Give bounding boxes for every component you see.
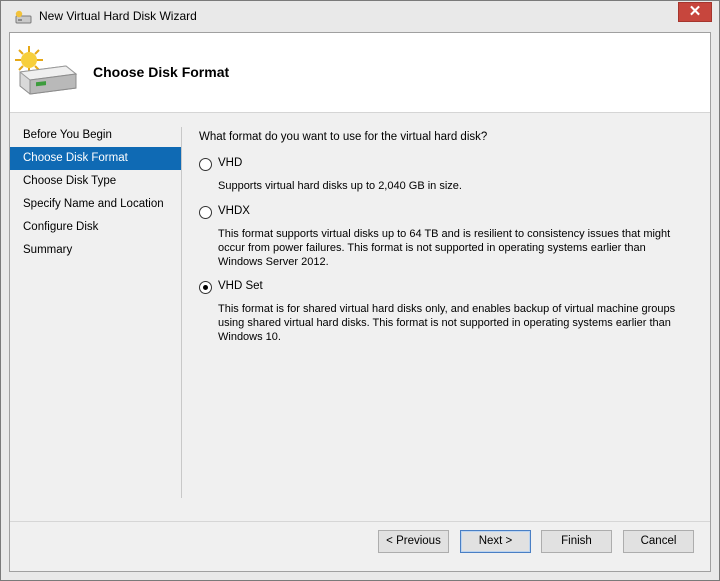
radio-vhd[interactable] [199, 158, 212, 171]
step-choose-disk-type[interactable]: Choose Disk Type [10, 170, 181, 193]
radio-vhd-set[interactable] [199, 281, 212, 294]
wizard-header: Choose Disk Format [10, 33, 710, 113]
option-vhd-set-description: This format is for shared virtual hard d… [218, 303, 676, 343]
option-vhd-label[interactable]: VHD [218, 157, 242, 169]
virtual-disk-icon [14, 9, 34, 25]
close-button[interactable]: ✕ [678, 2, 712, 22]
step-configure-disk[interactable]: Configure Disk [10, 216, 181, 239]
radio-vhdx[interactable] [199, 206, 212, 219]
wizard-body: Choose Disk Format Before You Begin Choo… [9, 32, 711, 572]
hard-disk-icon [14, 44, 80, 102]
cancel-button[interactable]: Cancel [623, 530, 694, 553]
option-vhdx-description: This format supports virtual disks up to… [218, 228, 671, 268]
step-specify-name-location[interactable]: Specify Name and Location [10, 193, 181, 216]
sidebar-divider [181, 127, 182, 498]
window-title: New Virtual Hard Disk Wizard [39, 9, 197, 23]
footer-divider [10, 521, 710, 522]
step-choose-disk-format[interactable]: Choose Disk Format [10, 147, 181, 170]
option-vhd-description: Supports virtual hard disks up to 2,040 … [218, 180, 462, 192]
finish-button[interactable]: Finish [541, 530, 612, 553]
page-title: Choose Disk Format [93, 64, 230, 80]
option-vhd-set-label[interactable]: VHD Set [218, 280, 263, 292]
title-bar[interactable]: New Virtual Hard Disk Wizard ✕ [1, 1, 719, 32]
format-question: What format do you want to use for the v… [199, 131, 488, 143]
step-summary[interactable]: Summary [10, 239, 181, 262]
step-before-you-begin[interactable]: Before You Begin [10, 124, 181, 147]
next-button[interactable]: Next > [460, 530, 531, 553]
wizard-window: New Virtual Hard Disk Wizard ✕ Choose Di… [0, 0, 720, 581]
previous-button[interactable]: < Previous [378, 530, 449, 553]
option-vhdx-label[interactable]: VHDX [218, 205, 250, 217]
wizard-steps: Before You Begin Choose Disk Format Choo… [10, 124, 181, 262]
